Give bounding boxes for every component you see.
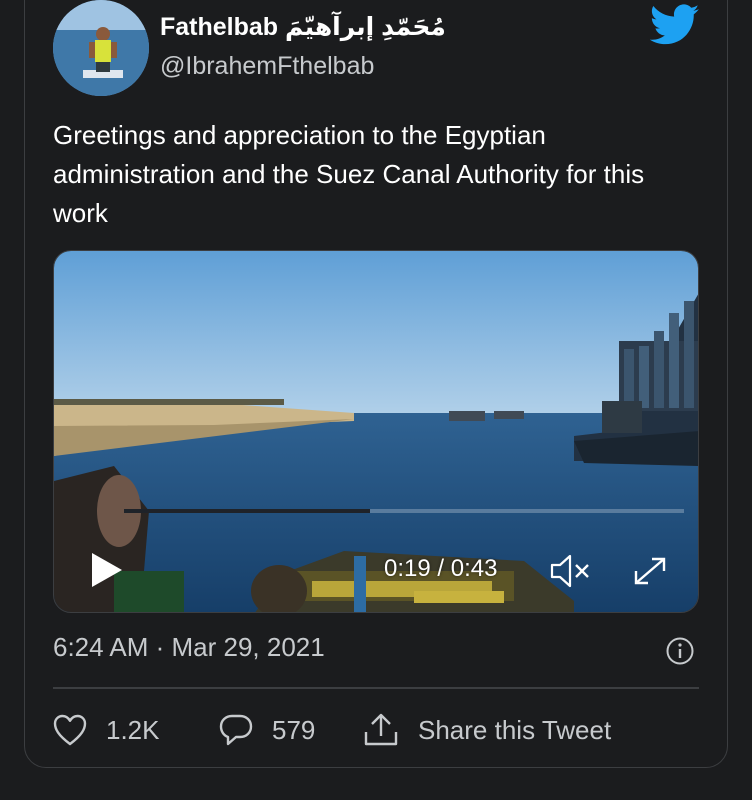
like-count: 1.2K — [106, 714, 160, 745]
divider — [53, 687, 699, 689]
share-label: Share this Tweet — [418, 714, 612, 745]
video-player[interactable]: 0:19 / 0:43 — [53, 250, 699, 613]
tweet-text: Greetings and appreciation to the Egypti… — [53, 120, 645, 228]
mute-icon[interactable] — [548, 551, 594, 591]
reply-count: 579 — [272, 714, 316, 745]
video-progress-fill — [124, 509, 371, 513]
video-progress-bar[interactable] — [124, 509, 684, 513]
user-handle[interactable]: @IbrahemFthelbab — [160, 52, 374, 81]
share-arrow-icon — [364, 713, 398, 746]
reply-button[interactable]: 579 — [218, 710, 315, 750]
video-time: 0:19 / 0:43 — [384, 555, 498, 582]
share-button[interactable]: Share this Tweet — [362, 710, 611, 750]
expand-icon[interactable] — [628, 551, 672, 591]
avatar[interactable] — [53, 0, 149, 96]
play-icon[interactable] — [88, 551, 124, 589]
heart-icon — [53, 714, 87, 746]
like-button[interactable]: 1.2K — [52, 710, 160, 750]
display-name[interactable]: Fathelbab مُحَمّدِ إبرآهيّمَ — [160, 12, 446, 42]
twitter-bird-icon[interactable] — [649, 4, 700, 46]
speech-bubble-icon — [219, 714, 253, 746]
info-icon[interactable] — [665, 636, 695, 666]
tweet-timestamp[interactable]: 6:24 AM · Mar 29, 2021 — [53, 632, 325, 663]
video-frame — [54, 251, 698, 612]
